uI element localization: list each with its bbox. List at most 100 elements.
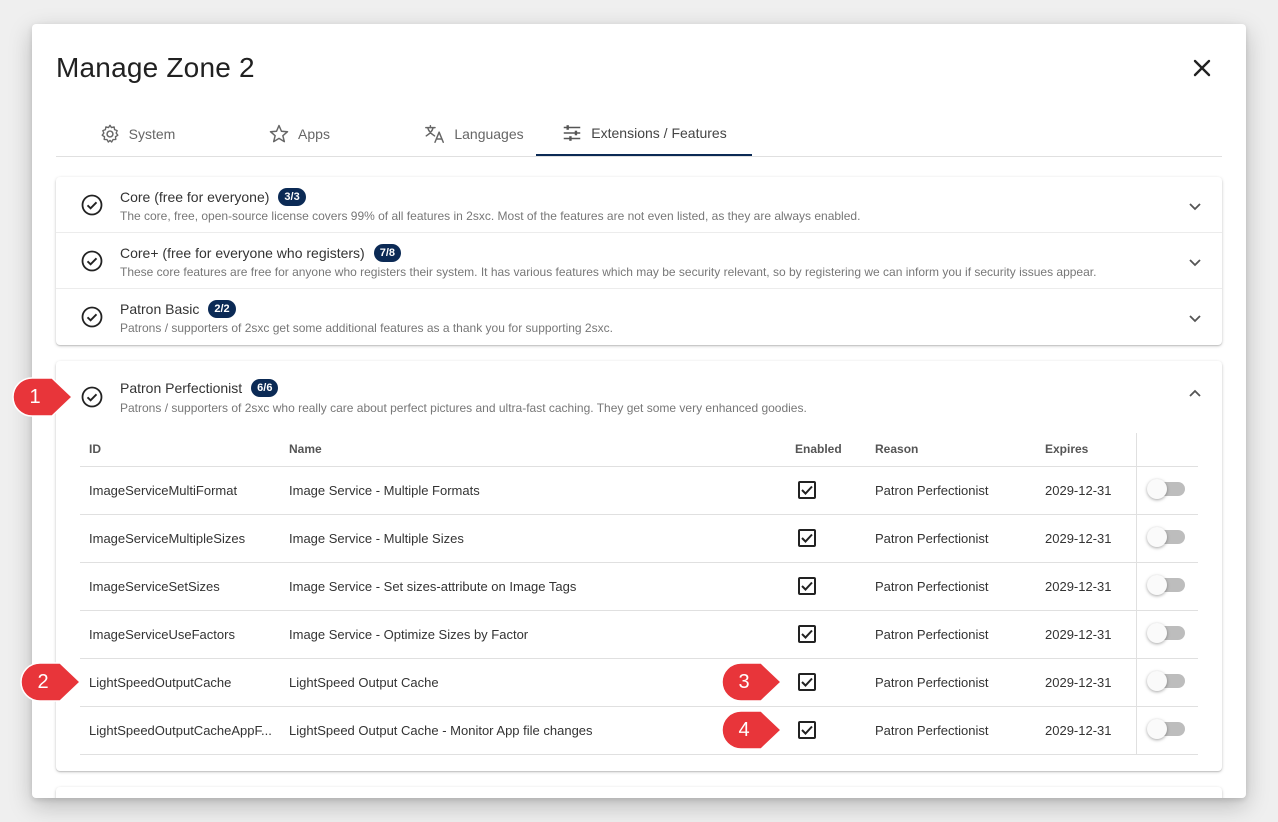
enabled-checkbox[interactable] [798, 673, 816, 691]
license-title: Core (free for everyone) 3/3 [120, 188, 306, 206]
feature-id: ImageServiceMultipleSizes [80, 514, 280, 563]
license-title: Patron Perfectionist 6/6 [120, 379, 279, 397]
callout-number: 4 [738, 718, 750, 741]
license-description: Patrons / supporters of 2sxc get some ad… [120, 321, 613, 335]
license-description: The core, free, open-source license cove… [120, 209, 861, 223]
tab-extensions-label: Extensions / Features [591, 125, 727, 141]
enabled-cell [786, 466, 866, 515]
enabled-cell [786, 514, 866, 563]
features-table: ID Name Enabled Reason Expires ImageServ… [80, 433, 1198, 755]
feature-id: LightSpeedOutputCacheAppF... [80, 706, 280, 755]
enabled-checkbox[interactable] [798, 481, 816, 499]
tab-apps[interactable]: Apps [218, 112, 380, 156]
license-row-patron-perfectionist[interactable]: Patron Perfectionist 6/6 Patrons / suppor… [56, 361, 1222, 433]
feature-expires: 2029-12-31 [1036, 706, 1136, 755]
checkmark-icon [801, 629, 813, 639]
enabled-checkbox[interactable] [798, 625, 816, 643]
license-row-core-plus[interactable]: Core+ (free for everyone who registers) 7… [56, 233, 1222, 289]
check-circle-icon [81, 194, 103, 216]
chevron-down-icon [1189, 203, 1201, 211]
license-panel-patron-perfectionist: Patron Perfectionist 6/6 Patrons / suppor… [56, 361, 1222, 771]
feature-reason: Patron Perfectionist [866, 562, 1036, 611]
close-button[interactable] [1188, 54, 1216, 82]
tab-apps-label: Apps [298, 126, 330, 142]
checkmark-icon [801, 725, 813, 735]
check-circle-icon [81, 306, 103, 328]
toggle-cell [1135, 706, 1198, 755]
check-circle-icon [81, 386, 103, 408]
feature-name: LightSpeed Output Cache [280, 658, 786, 707]
feature-toggle[interactable] [1146, 718, 1185, 739]
enabled-cell [786, 658, 866, 707]
feature-reason: Patron Perfectionist [866, 706, 1036, 755]
feature-toggle[interactable] [1146, 574, 1185, 595]
license-title: Patron Basic 2/2 [120, 300, 236, 318]
license-name: Patron Basic [120, 301, 200, 317]
toggle-cell [1135, 466, 1198, 515]
column-header-reason[interactable]: Reason [866, 433, 1036, 467]
tab-system[interactable]: System [56, 112, 218, 156]
feature-expires: 2029-12-31 [1036, 610, 1136, 659]
feature-name: LightSpeed Output Cache - Monitor App fi… [280, 706, 786, 755]
table-row: ImageServiceMultipleSizes Image Service … [80, 514, 1198, 563]
column-header-toggle [1135, 433, 1198, 467]
star-icon [269, 124, 289, 143]
feature-expires: 2029-12-31 [1036, 514, 1136, 563]
enabled-checkbox[interactable] [798, 577, 816, 595]
feature-expires: 2029-12-31 [1036, 562, 1136, 611]
gear-icon [101, 124, 119, 143]
column-header-name[interactable]: Name [280, 433, 786, 467]
checkmark-icon [801, 533, 813, 543]
enabled-cell [786, 562, 866, 611]
license-title: Core+ (free for everyone who registers) 7… [120, 244, 402, 262]
manage-zone-dialog: Manage Zone 2 System Apps Languages Exte… [32, 24, 1246, 798]
license-name: Patron Perfectionist [120, 380, 243, 396]
feature-name: Image Service - Multiple Formats [280, 466, 786, 515]
toggle-cell [1135, 658, 1198, 707]
enabled-cell [786, 706, 866, 755]
feature-expires: 2029-12-31 [1036, 466, 1136, 515]
close-icon [1193, 59, 1211, 77]
callout-number: 1 [29, 385, 41, 408]
table-row: ImageServiceUseFactors Image Service - O… [80, 610, 1198, 659]
table-header-row: ID Name Enabled Reason Expires [80, 433, 1198, 467]
feature-name: Image Service - Set sizes-attribute on I… [280, 562, 786, 611]
feature-name: Image Service - Multiple Sizes [280, 514, 786, 563]
feature-id: ImageServiceMultiFormat [80, 466, 280, 515]
callout-marker: 3 [721, 662, 783, 702]
column-header-id[interactable]: ID [80, 433, 280, 467]
checkmark-icon [801, 485, 813, 495]
license-list: Core (free for everyone) 3/3 The core, fr… [56, 177, 1222, 345]
toggle-cell [1135, 610, 1198, 659]
count-badge: 2/2 [208, 300, 236, 318]
feature-name: Image Service - Optimize Sizes by Factor [280, 610, 786, 659]
chevron-down-icon [1189, 259, 1201, 267]
enabled-cell [786, 610, 866, 659]
enabled-checkbox[interactable] [798, 529, 816, 547]
feature-toggle[interactable] [1146, 670, 1185, 691]
feature-reason: Patron Perfectionist [866, 658, 1036, 707]
tab-languages-label: Languages [454, 126, 524, 142]
tab-system-label: System [128, 126, 176, 142]
feature-toggle[interactable] [1146, 478, 1185, 499]
license-panel-next [56, 787, 1222, 798]
feature-reason: Patron Perfectionist [866, 466, 1036, 515]
feature-toggle[interactable] [1146, 526, 1185, 547]
license-row-core[interactable]: Core (free for everyone) 3/3 The core, fr… [56, 177, 1222, 233]
table-row: LightSpeedOutputCache LightSpeed Output … [80, 658, 1198, 707]
feature-id: LightSpeedOutputCache [80, 658, 280, 707]
chevron-up-icon [1189, 389, 1201, 397]
tune-icon [564, 125, 581, 141]
feature-toggle[interactable] [1146, 622, 1185, 643]
license-row-patron-basic[interactable]: Patron Basic 2/2 Patrons / supporters of … [56, 289, 1222, 345]
enabled-checkbox[interactable] [798, 721, 816, 739]
checkmark-icon [801, 581, 813, 591]
count-badge: 7/8 [373, 244, 402, 262]
feature-reason: Patron Perfectionist [866, 610, 1036, 659]
column-header-expires[interactable]: Expires [1036, 433, 1136, 467]
column-header-enabled[interactable]: Enabled [786, 433, 866, 467]
tab-extensions-features[interactable]: Extensions / Features [536, 112, 752, 156]
callout-marker: 1 [12, 377, 74, 417]
chevron-down-icon [1189, 315, 1201, 323]
license-description: These core features are free for anyone … [120, 265, 1097, 279]
